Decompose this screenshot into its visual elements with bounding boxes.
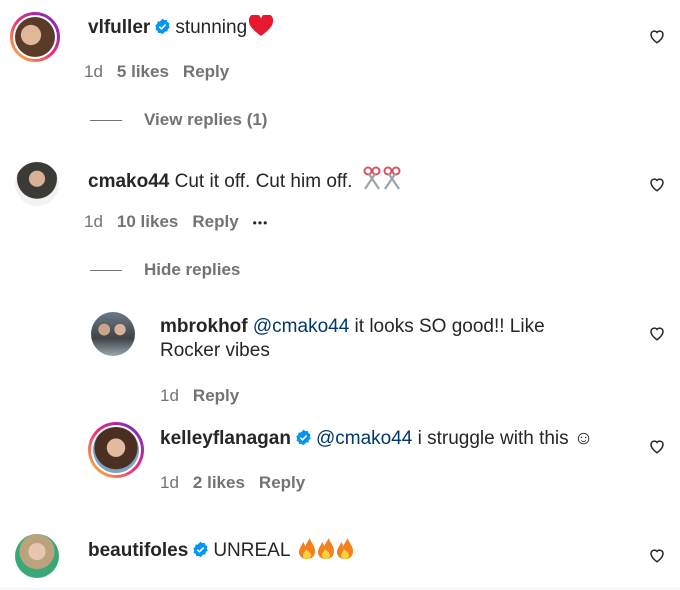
comment-username[interactable]: cmako44 (88, 171, 169, 192)
reply-likes[interactable]: 2 likes (193, 473, 245, 492)
hide-replies-button[interactable]: Hide replies (90, 260, 240, 280)
comment-body: stunning (175, 17, 248, 38)
comment-time[interactable]: 1d (84, 62, 103, 81)
verified-badge-icon (155, 18, 171, 35)
replies-dash (90, 119, 122, 121)
avatar[interactable] (88, 422, 144, 478)
comment-text-line: vlfuller stunning (88, 15, 274, 40)
comment-time[interactable]: 1d (84, 212, 103, 231)
comment-meta: 1d 5 likes Reply (84, 62, 243, 82)
verified-badge-icon (296, 429, 311, 446)
avatar[interactable] (15, 162, 59, 206)
like-heart-icon[interactable] (648, 324, 666, 342)
comment-body: Cut it off. Cut him off. (174, 171, 353, 192)
reply-time[interactable]: 1d (160, 386, 179, 405)
comment-likes[interactable]: 5 likes (117, 62, 169, 81)
comment-body: UNREAL (213, 540, 290, 561)
reply-body: i struggle with this ☺ (412, 428, 594, 449)
comment-text-line: beautifoles UNREAL (88, 536, 357, 563)
reply-text-line: mbrokhof @cmako44 it looks SO good!! Lik… (160, 315, 545, 339)
fire-emoji-icon (298, 538, 353, 559)
mention-link[interactable]: @cmako44 (316, 428, 412, 449)
like-heart-icon[interactable] (648, 175, 666, 193)
comment-username[interactable]: beautifoles (88, 540, 188, 561)
replies-dash (90, 269, 122, 271)
reply-meta: 1d Reply (160, 386, 253, 406)
reply-button[interactable]: Reply (259, 473, 305, 492)
view-replies-label: View replies (1) (144, 110, 268, 129)
like-heart-icon[interactable] (648, 546, 666, 564)
divider (0, 588, 680, 589)
like-heart-icon[interactable] (648, 437, 666, 455)
reply-button[interactable]: Reply (183, 62, 229, 81)
red-heart-emoji-icon (249, 15, 274, 36)
reply-body: it looks SO good!! Like (349, 316, 545, 337)
comment-username[interactable]: vlfuller (88, 17, 150, 38)
avatar[interactable] (91, 312, 135, 356)
verified-badge-icon (193, 541, 209, 558)
comment-text-line: cmako44 Cut it off. Cut him off. (88, 165, 402, 194)
scissors-emoji-icon (363, 166, 401, 190)
hide-replies-label: Hide replies (144, 260, 241, 279)
avatar[interactable] (15, 534, 59, 578)
reply-body-line2: Rocker vibes (160, 340, 270, 361)
avatar[interactable] (10, 12, 60, 62)
reply-time[interactable]: 1d (160, 473, 179, 492)
reply-button[interactable]: Reply (192, 212, 238, 231)
reply-meta: 1d 2 likes Reply (160, 473, 319, 493)
reply-text-line: kelleyflanagan @cmako44 i struggle with t… (160, 427, 593, 451)
like-heart-icon[interactable] (648, 27, 666, 45)
comment-likes[interactable]: 10 likes (117, 212, 178, 231)
mention-link[interactable]: @cmako44 (253, 316, 349, 337)
comment-meta: 1d 10 likes Reply ••• (84, 212, 282, 232)
reply-button[interactable]: Reply (193, 386, 239, 405)
more-options-icon[interactable]: ••• (253, 216, 269, 230)
reply-username[interactable]: mbrokhof (160, 316, 248, 337)
reply-username[interactable]: kelleyflanagan (160, 428, 291, 449)
view-replies-button[interactable]: View replies (1) (90, 110, 267, 130)
